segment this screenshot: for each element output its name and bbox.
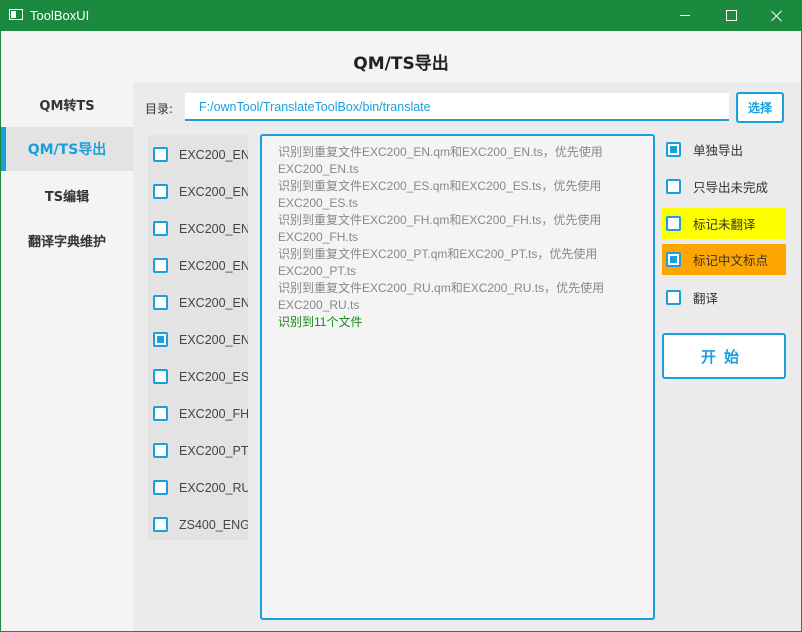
option-label: 单独导出 bbox=[693, 143, 744, 158]
sidebar-item-ts-edit[interactable]: TS编辑 bbox=[1, 173, 133, 217]
log-output[interactable]: 识别到重复文件EXC200_EN.qm和EXC200_EN.ts，优先使用 EXC… bbox=[260, 134, 655, 620]
maximize-icon bbox=[725, 10, 737, 21]
file-checkbox[interactable] bbox=[153, 258, 168, 273]
file-list-item[interactable]: EXC200_EN_ bbox=[148, 247, 248, 284]
file-label: EXC200_EN bbox=[179, 147, 248, 162]
directory-label: 目录: bbox=[145, 102, 174, 116]
file-label: EXC200_EN_ bbox=[179, 295, 248, 310]
option-checkbox[interactable] bbox=[666, 252, 681, 267]
log-line: EXC200_ES.ts bbox=[278, 196, 359, 210]
file-list-item[interactable]: EXC200_EN_ bbox=[148, 210, 248, 247]
log-line: 识别到重复文件EXC200_RU.qm和EXC200_RU.ts，优先使用 bbox=[278, 281, 605, 295]
file-checkbox[interactable] bbox=[153, 221, 168, 236]
option-export-separately[interactable]: 单独导出 bbox=[662, 134, 786, 165]
file-checkbox[interactable] bbox=[153, 184, 168, 199]
option-label: 翻译 bbox=[693, 291, 719, 306]
directory-field[interactable]: F:/ownTool/TranslateToolBox/bin/translat… bbox=[185, 93, 729, 121]
file-checkbox[interactable] bbox=[153, 332, 168, 347]
option-label: 只导出未完成 bbox=[693, 180, 769, 195]
file-list-item[interactable]: EXC200_PT bbox=[148, 432, 248, 469]
sidebar-item-dictionary[interactable]: 翻译字典维护 bbox=[1, 218, 133, 262]
log-line: 识别到重复文件EXC200_PT.qm和EXC200_PT.ts，优先使用 bbox=[278, 247, 598, 261]
file-checkbox[interactable] bbox=[153, 147, 168, 162]
sidebar-item-qm-ts-export[interactable]: QM/TS导出 bbox=[1, 127, 133, 171]
file-label: EXC200_EN bbox=[179, 184, 248, 199]
title-bar: ToolBoxUI bbox=[1, 0, 801, 31]
file-label: EXC200_PT bbox=[179, 443, 248, 458]
file-list-item[interactable]: EXC200_EN bbox=[148, 173, 248, 210]
option-export-unfinished[interactable]: 只导出未完成 bbox=[662, 171, 786, 202]
option-label: 标记未翻译 bbox=[693, 217, 756, 232]
option-checkbox[interactable] bbox=[666, 142, 681, 157]
option-label: 标记中文标点 bbox=[693, 253, 769, 268]
log-line: EXC200_EN.ts bbox=[278, 162, 359, 176]
option-checkbox[interactable] bbox=[666, 216, 681, 231]
file-list: EXC200_EN EXC200_EN EXC200_EN_ EXC200_EN_ EX… bbox=[148, 135, 248, 540]
app-window: ToolBoxUI QM/TS导出 QM转TS QM/TS导出 TS编辑 翻译字… bbox=[1, 0, 801, 631]
minimize-icon bbox=[680, 15, 690, 16]
file-list-item[interactable]: ZS400_ENG bbox=[148, 506, 248, 543]
option-translate[interactable]: 翻译 bbox=[662, 282, 786, 313]
file-label: EXC200_EN_ bbox=[179, 221, 248, 236]
option-checkbox[interactable] bbox=[666, 179, 681, 194]
file-label: ZS400_ENG bbox=[179, 517, 248, 532]
log-line: EXC200_PT.ts bbox=[278, 264, 357, 278]
start-button[interactable]: 开始 bbox=[662, 333, 786, 379]
option-mark-chinese-punctuation[interactable]: 标记中文标点 bbox=[662, 244, 786, 275]
file-list-item[interactable]: EXC200_EN bbox=[148, 136, 248, 173]
file-checkbox[interactable] bbox=[153, 406, 168, 421]
maximize-button[interactable] bbox=[708, 0, 754, 31]
file-checkbox[interactable] bbox=[153, 480, 168, 495]
file-checkbox[interactable] bbox=[153, 443, 168, 458]
file-list-item[interactable]: EXC200_EN_ bbox=[148, 321, 248, 358]
file-list-item[interactable]: EXC200_EN_ bbox=[148, 284, 248, 321]
file-label: EXC200_RU bbox=[179, 480, 248, 495]
close-icon bbox=[771, 10, 783, 22]
file-checkbox[interactable] bbox=[153, 517, 168, 532]
sidebar: QM转TS QM/TS导出 TS编辑 翻译字典维护 bbox=[1, 82, 133, 631]
close-button[interactable] bbox=[754, 0, 800, 31]
file-label: EXC200_FH bbox=[179, 406, 248, 421]
page-title: QM/TS导出 bbox=[353, 54, 449, 74]
log-line: 识别到重复文件EXC200_EN.qm和EXC200_EN.ts，优先使用 bbox=[278, 145, 603, 159]
file-checkbox[interactable] bbox=[153, 369, 168, 384]
page-header: QM/TS导出 bbox=[1, 31, 801, 82]
app-icon bbox=[9, 9, 23, 20]
log-line: 识别到重复文件EXC200_FH.qm和EXC200_FH.ts，优先使用 bbox=[278, 213, 602, 227]
option-mark-untranslated[interactable]: 标记未翻译 bbox=[662, 208, 786, 239]
file-checkbox[interactable] bbox=[153, 295, 168, 310]
choose-directory-button[interactable]: 选择 bbox=[736, 92, 784, 123]
option-checkbox[interactable] bbox=[666, 290, 681, 305]
log-line: EXC200_RU.ts bbox=[278, 298, 360, 312]
sidebar-item-qm-to-ts[interactable]: QM转TS bbox=[1, 82, 133, 126]
file-list-item[interactable]: EXC200_ES bbox=[148, 358, 248, 395]
minimize-button[interactable] bbox=[662, 0, 708, 31]
file-label: EXC200_EN_ bbox=[179, 258, 248, 273]
log-line: EXC200_FH.ts bbox=[278, 230, 359, 244]
file-list-item[interactable]: EXC200_RU bbox=[148, 469, 248, 506]
window-title: ToolBoxUI bbox=[30, 8, 90, 23]
file-label: EXC200_EN_ bbox=[179, 332, 248, 347]
log-line: 识别到重复文件EXC200_ES.qm和EXC200_ES.ts，优先使用 bbox=[278, 179, 602, 193]
file-label: EXC200_ES bbox=[179, 369, 248, 384]
file-list-item[interactable]: EXC200_FH bbox=[148, 395, 248, 432]
log-summary: 识别到11个文件 bbox=[278, 315, 363, 329]
